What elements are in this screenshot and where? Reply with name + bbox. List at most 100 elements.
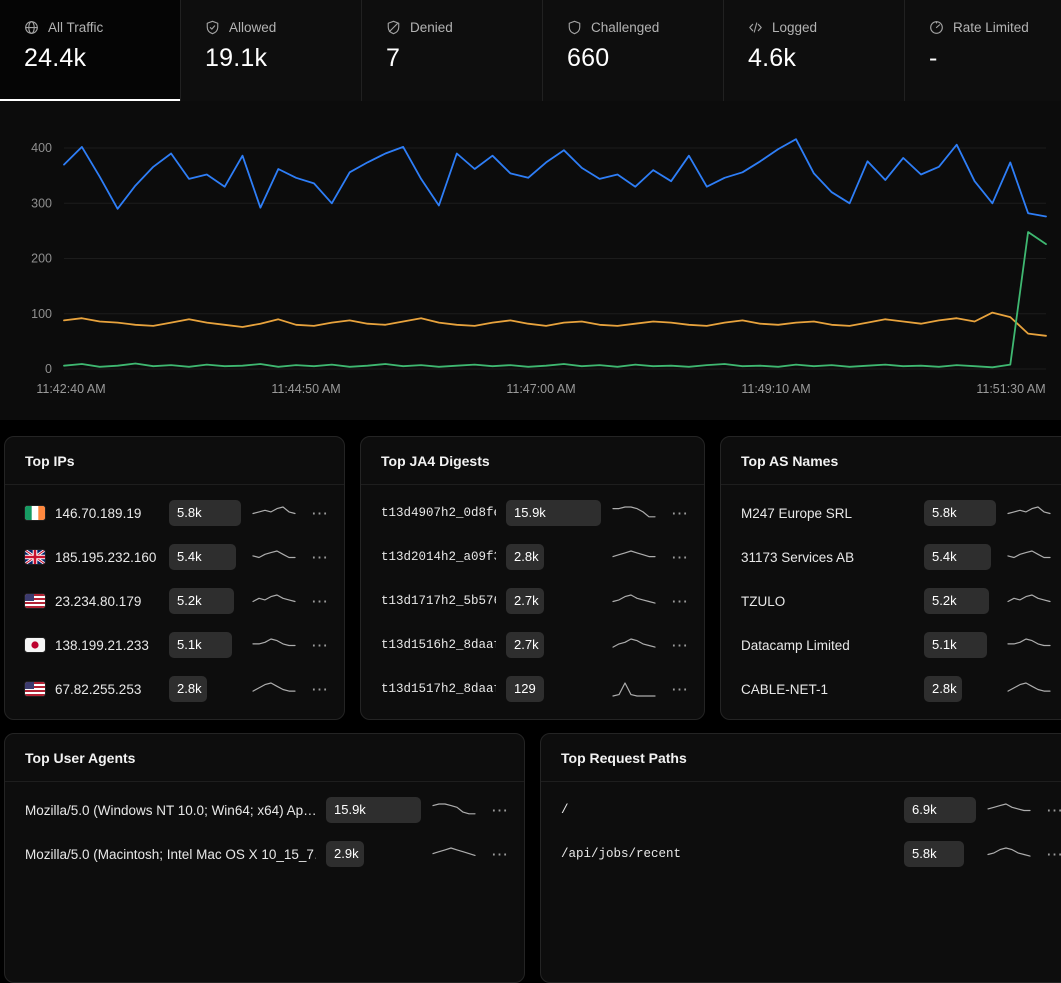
list-item: /6.9k⋯	[541, 788, 1061, 832]
row-value: 5.1k	[924, 632, 957, 658]
row-value: 5.2k	[924, 588, 957, 614]
sparkline	[251, 634, 297, 656]
sparkline	[251, 502, 297, 524]
row-menu-button[interactable]: ⋯	[307, 679, 332, 700]
list-item: Mozilla/5.0 (Windows NT 10.0; Win64; x64…	[5, 788, 524, 832]
value-cell: 2.8k	[506, 544, 601, 570]
tab-header: All Traffic	[24, 20, 156, 35]
tab-header: Logged	[748, 20, 880, 35]
value-cell: 5.2k	[924, 588, 996, 614]
list-item: t13d2014h2_a09f3c…2.8k⋯	[361, 535, 704, 579]
row-value: 2.8k	[506, 544, 539, 570]
row-label: Mozilla/5.0 (Windows NT 10.0; Win64; x64…	[25, 803, 316, 818]
value-cell: 5.8k	[904, 841, 976, 867]
svg-text:11:47:00 AM: 11:47:00 AM	[506, 382, 575, 396]
tab-all-traffic[interactable]: All Traffic 24.4k	[0, 0, 181, 101]
tab-logged[interactable]: Logged 4.6k	[724, 0, 905, 101]
row-label: Datacamp Limited	[741, 638, 914, 653]
shield-check-icon	[205, 20, 220, 35]
code-icon	[748, 20, 763, 35]
list-item: t13d4907h2_0d8fea…15.9k⋯	[361, 491, 704, 535]
svg-text:11:49:10 AM: 11:49:10 AM	[741, 382, 810, 396]
row-value: 15.9k	[506, 500, 546, 526]
shield-off-icon	[386, 20, 401, 35]
row-menu-button[interactable]: ⋯	[667, 591, 692, 612]
svg-text:0: 0	[45, 362, 52, 376]
value-cell: 5.2k	[169, 588, 241, 614]
row-value: 5.8k	[169, 500, 202, 526]
sparkline	[1006, 634, 1052, 656]
traffic-chart-card: 010020030040011:42:40 AM11:44:50 AM11:47…	[0, 101, 1061, 420]
sparkline	[431, 799, 477, 821]
row-menu-button[interactable]: ⋯	[307, 547, 332, 568]
sparkline	[611, 546, 657, 568]
list-item: 31173 Services AB5.4k⋯	[721, 535, 1061, 579]
tab-allowed[interactable]: Allowed19.1k	[181, 0, 362, 101]
sparkline	[611, 502, 657, 524]
list-item: 67.82.255.2532.8k⋯	[5, 667, 344, 711]
sparkline	[431, 843, 477, 865]
row-label: 138.199.21.233	[55, 638, 159, 653]
tab-value: 4.6k	[748, 44, 880, 73]
value-cell: 6.9k	[904, 797, 976, 823]
globe-icon	[24, 20, 39, 35]
value-cell: 15.9k	[506, 500, 601, 526]
row-menu-button[interactable]: ⋯	[307, 635, 332, 656]
row-menu-button[interactable]: ⋯	[487, 844, 512, 865]
jp-flag-icon	[25, 638, 45, 652]
tab-value: -	[929, 44, 1061, 73]
card-body: 146.70.189.195.8k⋯185.195.232.1605.4k⋯23…	[5, 491, 344, 711]
row-value: 2.9k	[326, 841, 359, 867]
tab-header: Challenged	[567, 20, 699, 35]
value-cell: 2.8k	[169, 676, 241, 702]
row-menu-button[interactable]: ⋯	[667, 679, 692, 700]
sparkline	[1006, 502, 1052, 524]
svg-text:200: 200	[31, 252, 52, 266]
row-label: 185.195.232.160	[55, 550, 159, 565]
svg-text:300: 300	[31, 196, 52, 210]
top-lists-row-2: Top User Agents Mozilla/5.0 (Windows NT 1…	[0, 720, 1061, 983]
top-user-agents-card: Top User Agents Mozilla/5.0 (Windows NT 1…	[4, 733, 525, 983]
list-item: CABLE-NET-12.8k⋯	[721, 667, 1061, 711]
row-menu-button[interactable]: ⋯	[1042, 844, 1061, 865]
row-value: 2.7k	[506, 588, 539, 614]
row-menu-button[interactable]: ⋯	[487, 800, 512, 821]
tab-header: Denied	[386, 20, 518, 35]
row-menu-button[interactable]: ⋯	[1042, 800, 1061, 821]
card-body: /6.9k⋯/api/jobs/recent5.8k⋯	[541, 788, 1061, 876]
tab-label: Rate Limited	[953, 20, 1029, 35]
sparkline	[1006, 590, 1052, 612]
row-label: CABLE-NET-1	[741, 682, 914, 697]
list-item: /api/jobs/recent5.8k⋯	[541, 832, 1061, 876]
top-request-paths-card: Top Request Paths/6.9k⋯/api/jobs/recent5…	[540, 733, 1061, 983]
sparkline	[1006, 546, 1052, 568]
row-value: 2.8k	[924, 676, 957, 702]
ie-flag-icon	[25, 506, 45, 520]
tab-denied[interactable]: Denied7	[362, 0, 543, 101]
tab-label: Denied	[410, 20, 453, 35]
row-label: M247 Europe SRL	[741, 506, 914, 521]
tab-challenged[interactable]: Challenged660	[543, 0, 724, 101]
row-label: 146.70.189.19	[55, 506, 159, 521]
svg-text:11:51:30 AM: 11:51:30 AM	[976, 382, 1045, 396]
value-cell: 5.8k	[169, 500, 241, 526]
sparkline	[611, 634, 657, 656]
row-menu-button[interactable]: ⋯	[667, 547, 692, 568]
row-menu-button[interactable]: ⋯	[307, 503, 332, 524]
value-cell: 5.1k	[169, 632, 241, 658]
svg-text:11:44:50 AM: 11:44:50 AM	[271, 382, 340, 396]
row-value: 5.2k	[169, 588, 202, 614]
row-menu-button[interactable]: ⋯	[667, 503, 692, 524]
row-menu-button[interactable]: ⋯	[667, 635, 692, 656]
tab-value: 24.4k	[24, 44, 156, 73]
list-item: Datacamp Limited5.1k⋯	[721, 623, 1061, 667]
tab-label: Logged	[772, 20, 817, 35]
list-item: Mozilla/5.0 (Macintosh; Intel Mac OS X 1…	[5, 832, 524, 876]
sparkline	[251, 590, 297, 612]
list-item: TZULO5.2k⋯	[721, 579, 1061, 623]
sparkline	[611, 590, 657, 612]
sparkline	[1006, 678, 1052, 700]
card-header: Top User Agents	[5, 734, 524, 782]
tab-rate-limited[interactable]: Rate Limited -	[905, 0, 1061, 101]
row-menu-button[interactable]: ⋯	[307, 591, 332, 612]
